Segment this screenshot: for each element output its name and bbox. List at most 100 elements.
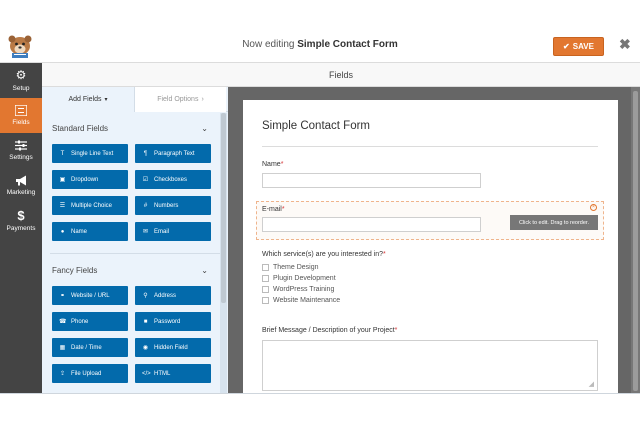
required-mark: *: [394, 327, 398, 334]
fields-panel: Add Fields ▾ Field Options › Standard Fi…: [42, 87, 228, 393]
standard-fields-toggle[interactable]: Standard Fields ⌄: [42, 117, 228, 139]
resize-handle-icon[interactable]: ◢: [589, 380, 594, 388]
envelope-icon: ✉: [142, 229, 149, 235]
message-textarea[interactable]: ◢: [262, 340, 598, 391]
text-icon: T: [60, 150, 65, 157]
group-title: Fancy Fields: [52, 265, 98, 275]
preview-scrollbar[interactable]: [631, 87, 640, 393]
add-single-line-text-button[interactable]: T Single Line Text: [52, 144, 128, 163]
add-password-button[interactable]: ■ Password: [135, 312, 211, 331]
add-file-upload-button[interactable]: ⇪ File Upload: [52, 364, 128, 383]
form-title: Simple Contact Form: [262, 120, 371, 132]
tab-label: Field Options: [157, 96, 199, 103]
form-builder-window: Now editing Simple Contact Form ✔ SAVE ✖…: [0, 0, 640, 394]
services-field-label: Which service(s) are you interested in?*: [262, 251, 386, 258]
tab-add-fields[interactable]: Add Fields ▾: [42, 87, 134, 112]
form-preview-card: Simple Contact Form Name* E-mail* × Clic…: [243, 100, 618, 393]
checkbox[interactable]: [262, 275, 269, 282]
phone-icon: ☎: [59, 319, 67, 325]
editing-prefix: Now editing: [242, 39, 295, 50]
add-dropdown-button[interactable]: ▣ Dropdown: [52, 170, 128, 189]
field-button-label: Paragraph Text: [154, 150, 195, 157]
field-button-label: HTML: [154, 370, 171, 377]
field-button-label: Multiple Choice: [71, 202, 113, 209]
checkbox[interactable]: [262, 264, 269, 271]
panel-tabs: Add Fields ▾ Field Options ›: [42, 87, 228, 112]
field-button-label: Dropdown: [71, 176, 99, 183]
name-field-label: Name*: [262, 161, 283, 168]
add-email-button[interactable]: ✉ Email: [135, 222, 211, 241]
add-date-time-button[interactable]: ▦ Date / Time: [52, 338, 128, 357]
preview-scrollbar-thumb[interactable]: [633, 91, 638, 391]
list-icon: [15, 105, 27, 116]
service-option[interactable]: Plugin Development: [262, 275, 336, 282]
megaphone-icon: [16, 175, 26, 186]
label-text: E-mail: [262, 206, 282, 213]
nav-label: Settings: [9, 154, 33, 161]
option-label: Theme Design: [273, 264, 319, 271]
add-website-url-button[interactable]: ⚭ Website / URL: [52, 286, 128, 305]
fancy-fields-grid: ⚭ Website / URL ⚲ Address ☎ Phone ■ Password…: [42, 281, 228, 383]
field-button-label: Website / URL: [71, 292, 110, 299]
paragraph-icon: ¶: [143, 150, 148, 157]
nav-item-fields[interactable]: Fields: [0, 98, 42, 133]
checkbox[interactable]: [262, 297, 269, 304]
email-input[interactable]: [262, 217, 481, 232]
nav-item-setup[interactable]: ⚙ Setup: [0, 63, 42, 98]
required-mark: *: [280, 161, 284, 168]
field-button-label: Date / Time: [71, 344, 102, 351]
map-pin-icon: ⚲: [143, 293, 148, 299]
service-option[interactable]: WordPress Training: [262, 286, 334, 293]
close-icon[interactable]: ✖: [619, 36, 631, 53]
option-label: Website Maintenance: [273, 297, 341, 304]
add-address-button[interactable]: ⚲ Address: [135, 286, 211, 305]
chevron-down-icon: ▾: [104, 97, 108, 103]
field-button-label: Address: [154, 292, 177, 299]
nav-item-payments[interactable]: $ Payments: [0, 203, 42, 238]
code-icon: </>: [142, 370, 151, 377]
chevron-down-icon: ⌄: [201, 265, 208, 275]
dropdown-icon: ▣: [59, 177, 66, 183]
option-label: Plugin Development: [273, 275, 336, 282]
save-button[interactable]: ✔ SAVE: [553, 37, 604, 56]
add-phone-button[interactable]: ☎ Phone: [52, 312, 128, 331]
label-text: Name: [262, 161, 281, 168]
field-button-label: Password: [154, 318, 181, 325]
add-hidden-field-button[interactable]: ◉ Hidden Field: [135, 338, 211, 357]
user-icon: ●: [60, 228, 65, 235]
add-html-button[interactable]: </> HTML: [135, 364, 211, 383]
panel-scrollbar-thumb[interactable]: [221, 113, 226, 303]
checkbox[interactable]: [262, 286, 269, 293]
message-field-label: Brief Message / Description of your Proj…: [262, 327, 397, 334]
field-button-label: Name: [71, 228, 88, 235]
nav-item-marketing[interactable]: Marketing: [0, 168, 42, 203]
field-button-label: File Upload: [71, 370, 102, 377]
nav-label: Fields: [12, 119, 30, 126]
service-option[interactable]: Website Maintenance: [262, 297, 340, 304]
service-option[interactable]: Theme Design: [262, 264, 319, 271]
delete-field-icon[interactable]: ×: [590, 204, 597, 211]
list-icon: ☰: [59, 203, 66, 209]
required-mark: *: [281, 206, 285, 213]
chevron-down-icon: ⌄: [201, 123, 208, 133]
fancy-fields-toggle[interactable]: Fancy Fields ⌄: [42, 259, 228, 281]
name-input[interactable]: [262, 173, 481, 188]
add-name-button[interactable]: ● Name: [52, 222, 128, 241]
standard-fields-grid: T Single Line Text ¶ Paragraph Text ▣ Dropd…: [42, 139, 228, 241]
email-field-label: E-mail*: [262, 206, 285, 213]
eye-slash-icon: ◉: [142, 345, 149, 351]
group-title: Standard Fields: [52, 123, 109, 133]
add-checkboxes-button[interactable]: ☑ Checkboxes: [135, 170, 211, 189]
tab-field-options[interactable]: Field Options ›: [134, 87, 226, 112]
nav-item-settings[interactable]: Settings: [0, 133, 42, 168]
hash-icon: #: [143, 202, 148, 209]
fields-header: Fields: [42, 63, 640, 87]
left-nav: ⚙ Setup Fields Settings Marketing $ Paym…: [0, 63, 42, 393]
field-button-label: Numbers: [154, 202, 179, 209]
label-text: Which service(s) are you interested in?: [262, 251, 383, 258]
add-paragraph-text-button[interactable]: ¶ Paragraph Text: [135, 144, 211, 163]
checkbox-icon: ☑: [142, 177, 149, 183]
add-multiple-choice-button[interactable]: ☰ Multiple Choice: [52, 196, 128, 215]
link-icon: ⚭: [59, 293, 66, 299]
add-numbers-button[interactable]: # Numbers: [135, 196, 211, 215]
